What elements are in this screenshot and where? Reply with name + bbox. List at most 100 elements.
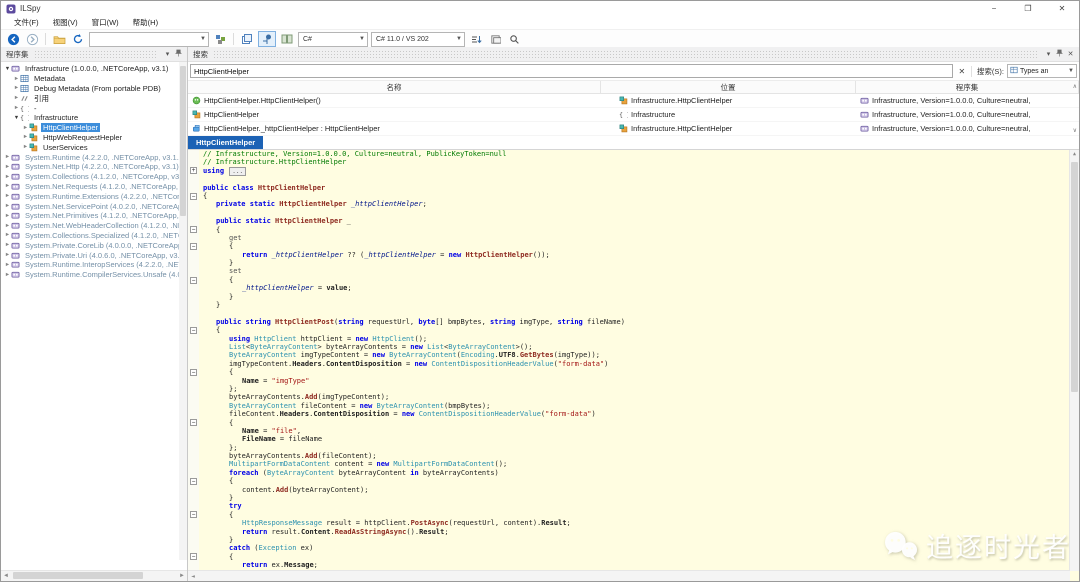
fold-collapse-icon[interactable]: − <box>188 511 199 519</box>
fold-collapse-icon[interactable]: − <box>188 276 199 284</box>
tree-item[interactable]: ►System.Runtime (4.2.2.0, .NETCoreApp, v… <box>1 152 187 162</box>
expand-icon[interactable]: ► <box>4 223 11 229</box>
search-result-row[interactable]: HttpClientHelper{ }InfrastructureInfrast… <box>188 108 1079 122</box>
assembly-list-icon[interactable] <box>212 32 228 46</box>
expand-icon[interactable]: ► <box>22 125 29 131</box>
refresh-button[interactable] <box>70 32 86 46</box>
tree-item[interactable]: ►System.Net.WebHeaderCollection (4.1.2.0… <box>1 221 187 231</box>
fold-collapse-icon[interactable]: − <box>188 553 199 561</box>
tree-item[interactable]: ►System.Collections.Specialized (4.1.2.0… <box>1 231 187 241</box>
search-scope-combobox[interactable]: Types an ▼ <box>1007 64 1077 78</box>
expand-icon[interactable]: ► <box>4 213 11 219</box>
expand-icon[interactable]: ► <box>4 272 11 278</box>
language-version-combobox[interactable]: C# 11.0 / VS 202▼ <box>371 32 465 47</box>
tree-horizontal-scrollbar[interactable]: ◄ ► <box>1 570 187 581</box>
tree-item[interactable]: ▼{ }Infrastructure <box>1 113 187 123</box>
restore-button[interactable]: ❐ <box>1011 1 1045 16</box>
column-header-assembly[interactable]: 程序集 <box>856 81 1079 93</box>
code-vertical-scrollbar[interactable]: ▲ <box>1069 150 1079 571</box>
tree-item[interactable]: ►System.Runtime.CompilerServices.Unsafe … <box>1 270 187 280</box>
expand-icon[interactable]: ► <box>4 203 11 209</box>
menu-item[interactable]: 文件(F) <box>7 17 46 28</box>
navigation-combobox[interactable]: ▼ <box>89 32 209 47</box>
fold-collapse-icon[interactable]: − <box>188 242 199 250</box>
fold-collapse-icon[interactable]: − <box>188 226 199 234</box>
tree-item[interactable]: ►Metadata <box>1 74 187 84</box>
search-result-row[interactable]: HttpClientHelper.HttpClientHelper()Infra… <box>188 94 1079 108</box>
code-horizontal-scrollbar[interactable]: ◄ <box>188 570 1070 581</box>
scroll-right-icon[interactable]: ► <box>177 571 187 581</box>
search-result-row[interactable]: HttpClientHelper._httpClientHelper : Htt… <box>188 122 1079 136</box>
expand-icon[interactable]: ► <box>4 183 11 189</box>
fold-collapse-icon[interactable]: − <box>188 477 199 485</box>
pin-icon[interactable] <box>173 49 184 59</box>
scroll-up-icon[interactable]: ∧ <box>1073 83 1077 90</box>
tree-item[interactable]: ►System.Net.ServicePoint (4.0.2.0, .NETC… <box>1 201 187 211</box>
search-input[interactable] <box>190 64 953 78</box>
menu-item[interactable]: 帮助(H) <box>126 17 165 28</box>
tree-item[interactable]: ►UserServices <box>1 142 187 152</box>
scrollbar-thumb[interactable] <box>13 572 143 579</box>
expand-icon[interactable]: ► <box>13 76 20 82</box>
back-button[interactable] <box>5 32 21 46</box>
close-button[interactable]: ✕ <box>1045 1 1079 16</box>
tree-item[interactable]: ►Debug Metadata (From portable PDB) <box>1 84 187 94</box>
tree-item[interactable]: ►{ }- <box>1 103 187 113</box>
expand-icon[interactable]: ► <box>4 242 11 248</box>
split-view-button[interactable] <box>279 32 295 46</box>
column-header-name[interactable]: 名称 <box>188 81 601 93</box>
tree-item[interactable]: ►引用 <box>1 93 187 103</box>
minimize-button[interactable]: − <box>977 1 1011 16</box>
tree-item[interactable]: ►System.Private.CoreLib (4.0.0.0, .NETCo… <box>1 240 187 250</box>
tree-item[interactable]: ►HttpWebRequestHepler <box>1 133 187 143</box>
scrollbar-thumb[interactable] <box>1071 162 1078 392</box>
chevron-down-icon[interactable]: ▾ <box>162 50 173 58</box>
tree-item[interactable]: ►System.Runtime.Extensions (4.2.2.0, .NE… <box>1 191 187 201</box>
expand-icon[interactable]: ► <box>4 193 11 199</box>
expand-icon[interactable]: ► <box>4 252 11 258</box>
fold-collapse-icon[interactable]: − <box>188 192 199 200</box>
search-icon[interactable] <box>506 32 522 46</box>
expand-icon[interactable]: ► <box>13 105 20 111</box>
fold-collapse-icon[interactable]: − <box>188 326 199 334</box>
expand-icon[interactable]: ► <box>4 174 11 180</box>
sort-assemblies-button[interactable] <box>468 32 484 46</box>
tree-item[interactable]: ►System.Runtime.InteropServices (4.2.2.0… <box>1 260 187 270</box>
tree-item[interactable]: ▼Infrastructure (1.0.0.0, .NETCoreApp, v… <box>1 64 187 74</box>
expand-icon[interactable]: ► <box>4 154 11 160</box>
tab-httpclienthelper[interactable]: HttpClientHelper <box>188 136 263 149</box>
expand-icon[interactable]: ► <box>13 85 20 91</box>
language-combobox[interactable]: C#▼ <box>298 32 368 47</box>
close-panel-icon[interactable]: ✕ <box>1065 50 1076 58</box>
expand-icon[interactable]: ► <box>13 95 20 101</box>
tree-item[interactable]: ►System.Net.Requests (4.1.2.0, .NETCoreA… <box>1 182 187 192</box>
expand-icon[interactable]: ► <box>22 144 29 150</box>
pin-icon[interactable] <box>1054 49 1065 59</box>
decompiled-code-view[interactable]: // Infrastructure, Version=1.0.0.0, Cult… <box>188 150 1079 581</box>
new-tab-button[interactable] <box>239 32 255 46</box>
scroll-up-icon[interactable]: ▲ <box>1070 150 1079 159</box>
open-file-button[interactable] <box>51 32 67 46</box>
column-header-location[interactable]: 位置 <box>601 81 856 93</box>
collapsed-usings-box[interactable]: ... <box>229 167 246 176</box>
scroll-left-icon[interactable]: ◄ <box>1 571 11 581</box>
tree-item[interactable]: ►HttpClientHelper <box>1 123 187 133</box>
collapse-tree-button[interactable] <box>487 32 503 46</box>
tree-item[interactable]: ►System.Net.Primitives (4.1.2.0, .NETCor… <box>1 211 187 221</box>
expand-icon[interactable]: ► <box>4 232 11 238</box>
chevron-down-icon[interactable]: ▾ <box>1043 50 1054 58</box>
tree-item[interactable]: ►System.Private.Uri (4.0.6.0, .NETCoreAp… <box>1 250 187 260</box>
expand-icon[interactable]: ► <box>4 164 11 170</box>
collapse-icon[interactable]: ▼ <box>4 66 11 72</box>
fold-collapse-icon[interactable]: − <box>188 368 199 376</box>
tree-vertical-scrollbar[interactable] <box>179 62 187 560</box>
forward-button[interactable] <box>24 32 40 46</box>
scroll-left-icon[interactable]: ◄ <box>188 571 198 581</box>
pin-active-tab-button[interactable] <box>258 31 276 47</box>
tree-item[interactable]: ►System.Net.Http (4.2.2.0, .NETCoreApp, … <box>1 162 187 172</box>
menu-item[interactable]: 窗口(W) <box>85 17 126 28</box>
fold-collapse-icon[interactable]: − <box>188 419 199 427</box>
expand-icon[interactable]: ► <box>4 262 11 268</box>
scroll-down-icon[interactable]: ∨ <box>1073 127 1077 134</box>
collapse-icon[interactable]: ▼ <box>13 115 20 121</box>
